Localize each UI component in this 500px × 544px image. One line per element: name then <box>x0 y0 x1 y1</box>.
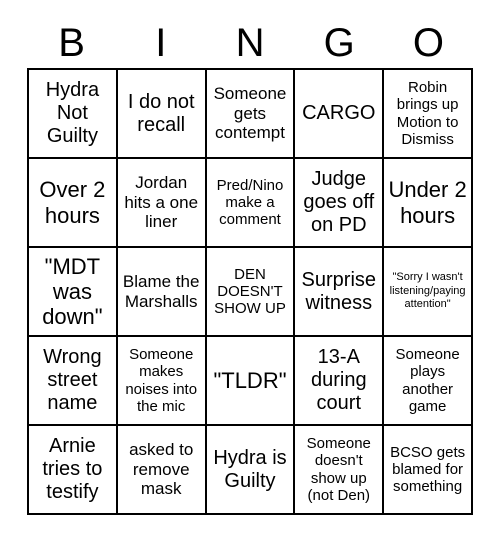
bingo-cell-r4c5[interactable]: Someone plays another game <box>384 337 473 426</box>
bingo-cell-r2c4[interactable]: Judge goes off on PD <box>295 159 385 248</box>
bingo-card: B I N G O Hydra Not Guilty I do not reca… <box>0 0 500 544</box>
bingo-cell-label: Blame the Marshalls <box>122 272 200 311</box>
bingo-cell-label: Judge goes off on PD <box>303 168 375 236</box>
bingo-cell-r4c2[interactable]: Someone makes noises into the mic <box>117 337 207 426</box>
bingo-cell-r4c3[interactable]: "TLDR" <box>206 337 296 426</box>
bingo-cell-label: Someone makes noises into the mic <box>125 346 198 415</box>
bingo-cell-label: "MDT was down" <box>42 253 103 330</box>
bingo-cell-r5c1[interactable]: Arnie tries to testify <box>29 426 118 515</box>
bingo-cell-label: Wrong street name <box>43 346 102 414</box>
bingo-cell-label: DEN DOESN'T SHOW UP <box>214 265 286 318</box>
bingo-header-letter-i: I <box>155 21 167 65</box>
bingo-cell-label: Jordan hits a one liner <box>124 173 199 232</box>
bingo-cell-r4c4[interactable]: 13-A during court <box>295 337 385 426</box>
bingo-cell-r5c5[interactable]: BCSO gets blamed for something <box>384 426 473 515</box>
bingo-cell-r5c2[interactable]: asked to remove mask <box>117 426 207 515</box>
bingo-cell-label: Under 2 hours <box>388 177 467 228</box>
bingo-cell-r5c3[interactable]: Hydra is Guilty <box>206 426 296 515</box>
bingo-cell-r1c4[interactable]: CARGO <box>295 70 385 159</box>
bingo-grid: Hydra Not Guilty I do not recall Someone… <box>27 68 473 515</box>
bingo-cell-label: Surprise witness <box>301 268 377 314</box>
bingo-cell-label: "Sorry I wasn't listening/paying attenti… <box>389 271 466 311</box>
bingo-header-row: B I N G O <box>27 18 473 68</box>
bingo-cell-label: Hydra is Guilty <box>213 446 287 492</box>
bingo-cell-r2c5[interactable]: Under 2 hours <box>384 159 473 248</box>
bingo-cell-r5c4[interactable]: Someone doesn't show up (not Den) <box>295 426 385 515</box>
bingo-cell-r3c4[interactable]: Surprise witness <box>295 248 385 337</box>
bingo-cell-r1c3[interactable]: Someone gets contempt <box>206 70 296 159</box>
bingo-cell-r3c5[interactable]: "Sorry I wasn't listening/paying attenti… <box>384 248 473 337</box>
bingo-cell-r1c1[interactable]: Hydra Not Guilty <box>29 70 118 159</box>
bingo-cell-label: Arnie tries to testify <box>42 435 103 503</box>
bingo-cell-label: Robin brings up Motion to Dismiss <box>396 79 459 148</box>
bingo-cell-r4c1[interactable]: Wrong street name <box>29 337 118 426</box>
bingo-cell-label: I do not recall <box>127 90 195 136</box>
bingo-cell-r3c2[interactable]: Blame the Marshalls <box>117 248 207 337</box>
bingo-header-letter-n: N <box>235 21 265 65</box>
bingo-cell-label: "TLDR" <box>213 367 287 393</box>
bingo-cell-label: Over 2 hours <box>39 177 106 228</box>
bingo-cell-label: BCSO gets blamed for something <box>390 443 466 496</box>
bingo-cell-r2c3[interactable]: Pred/Nino make a comment <box>206 159 296 248</box>
bingo-cell-r2c1[interactable]: Over 2 hours <box>29 159 118 248</box>
bingo-cell-label: Someone plays another game <box>395 346 460 415</box>
bingo-cell-label: Hydra Not Guilty <box>45 79 100 147</box>
bingo-cell-label: Pred/Nino make a comment <box>216 176 284 229</box>
bingo-header-letter-b: B <box>58 21 85 65</box>
bingo-header-letter-o: O <box>412 21 444 65</box>
bingo-cell-r2c2[interactable]: Jordan hits a one liner <box>117 159 207 248</box>
bingo-cell-r3c3[interactable]: DEN DOESN'T SHOW UP <box>206 248 296 337</box>
bingo-cell-label: Someone gets contempt <box>213 84 287 143</box>
bingo-cell-r1c5[interactable]: Robin brings up Motion to Dismiss <box>384 70 473 159</box>
bingo-cell-label: CARGO <box>302 102 376 125</box>
bingo-cell-label: 13-A during court <box>310 346 367 414</box>
bingo-cell-r1c2[interactable]: I do not recall <box>117 70 207 159</box>
bingo-cell-label: Someone doesn't show up (not Den) <box>306 435 371 504</box>
bingo-cell-label: asked to remove mask <box>129 440 194 499</box>
bingo-cell-r3c1[interactable]: "MDT was down" <box>29 248 118 337</box>
bingo-header-letter-g: G <box>323 21 355 65</box>
